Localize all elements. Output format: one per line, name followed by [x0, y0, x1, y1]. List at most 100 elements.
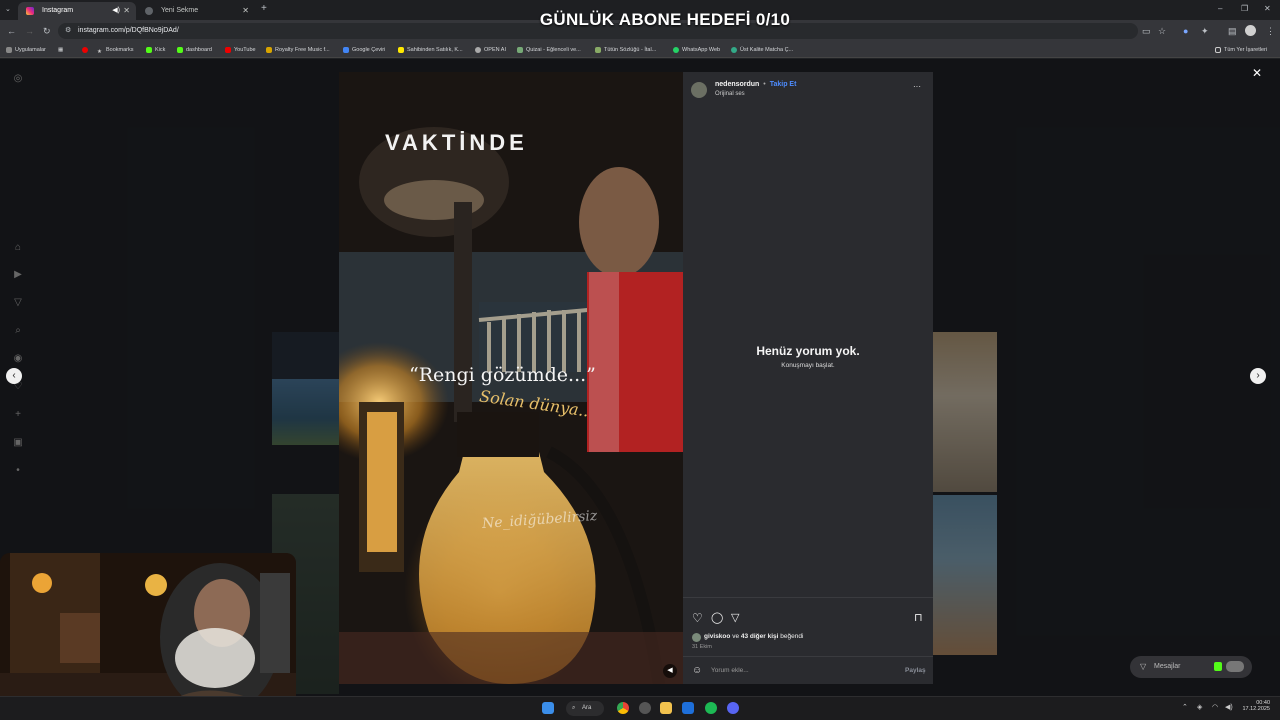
emoji-icon[interactable]: ☺ [692, 665, 702, 676]
divider [683, 656, 933, 657]
close-tab-icon[interactable]: ✕ [123, 2, 130, 20]
messages-label: Mesajlar [1154, 663, 1181, 670]
video-caption-line1: “Rengi gözümde...” [409, 364, 596, 386]
audio-label[interactable]: Orijinal ses [715, 91, 745, 97]
dashboard-icon[interactable]: ▣ [11, 436, 25, 450]
start-icon[interactable] [542, 702, 554, 714]
chrome-icon[interactable] [617, 702, 629, 714]
bookmark-sahibinden[interactable]: Sahibinden Satılık, K... [398, 45, 463, 55]
cast-icon[interactable]: ▭ [1142, 26, 1151, 36]
file-explorer-icon[interactable] [660, 702, 672, 714]
leaf-icon [595, 46, 601, 53]
share-icon[interactable]: ▽ [731, 611, 739, 624]
search-icon[interactable]: ⌕ [11, 324, 25, 338]
sahibinden-icon [398, 46, 404, 53]
bookmarks-bar: Uygulamalar ▦ ★ Bookmarks Kick dashboard … [0, 42, 1280, 58]
bookmark-bookmarks[interactable]: ★ Bookmarks [97, 45, 134, 55]
messages-button[interactable]: ▽ Mesajlar [1130, 656, 1252, 678]
taskbar-search[interactable]: ⌕ Ara [566, 701, 604, 716]
bookmark-quizai[interactable]: Quizai - Eğlenceli ve... [517, 45, 581, 55]
youtube-red-icon[interactable] [82, 45, 91, 55]
previous-post-icon[interactable]: ‹ [6, 368, 22, 384]
author-avatar[interactable] [691, 82, 707, 98]
more-options-icon[interactable]: ··· [913, 82, 921, 91]
discord-icon[interactable] [727, 702, 739, 714]
music-icon [266, 46, 272, 53]
bookmark-all[interactable]: Tüm Yer İşaretleri [1215, 45, 1267, 55]
maximize-icon[interactable]: ❐ [1241, 4, 1248, 14]
explore-icon[interactable]: ◉ [11, 352, 25, 366]
store-icon[interactable] [682, 702, 694, 714]
bookmark-openai[interactable]: OPEN AI [475, 45, 506, 55]
star-icon: ★ [97, 48, 102, 55]
forward-icon[interactable]: → [25, 26, 34, 36]
spotify-icon[interactable] [705, 702, 717, 714]
likes-summary[interactable]: giviskoo ve 43 diğer kişi beğendi [704, 633, 803, 640]
bookmark-royalty-free-music[interactable]: Royalty Free Music f... [266, 45, 330, 55]
tab-instagram[interactable]: Instagram ◀) ✕ [18, 2, 136, 20]
post-media-video[interactable]: VAKTİNDE “Rengi gözümde...” Solan dünya.… [339, 72, 683, 684]
matcha-icon [731, 46, 737, 53]
video-heading: VAKTİNDE [385, 130, 528, 155]
post-comment-button[interactable]: Paylaş [905, 667, 926, 674]
next-post-icon[interactable]: › [1250, 368, 1266, 384]
mute-icon[interactable]: ◀ [663, 664, 677, 678]
comment-icon[interactable]: ◯ [711, 611, 723, 624]
reels-icon[interactable]: ▶ [11, 268, 25, 282]
volume-icon[interactable]: ◀) [1225, 703, 1233, 711]
sidebar-icon[interactable]: ▤ [1228, 26, 1237, 36]
follow-button[interactable]: Takip Et [770, 81, 797, 88]
bookmark-youtube[interactable]: YouTube [225, 45, 256, 55]
direct-message-icon[interactable]: ▽ [11, 296, 25, 310]
globe-icon [145, 7, 153, 15]
tab-new-tab[interactable]: Yeni Sekme ✕ [137, 2, 255, 20]
profile-icon[interactable]: • [11, 464, 25, 478]
bookmark-tutun-sozlugu[interactable]: Tütün Sözlüğü - İtal... [595, 45, 656, 55]
post-date: 31 Ekim [692, 644, 712, 650]
tray-network-icon[interactable]: ◈ [1197, 703, 1202, 711]
quizai-icon [517, 46, 523, 53]
site-info-icon[interactable]: ⚙ [65, 26, 71, 36]
grid-icon[interactable]: ▦ [58, 45, 63, 55]
direct-message-icon: ▽ [1140, 662, 1147, 671]
reload-icon[interactable]: ↻ [43, 26, 51, 36]
wifi-icon[interactable]: ◠ [1212, 703, 1218, 711]
empty-comments-title: Henüz yorum yok. [756, 344, 860, 358]
url-text: instagram.com/p/DQfBNo9jDAd/ [78, 27, 179, 34]
close-window-icon[interactable]: ✕ [1264, 4, 1271, 14]
liker-avatar[interactable] [692, 633, 701, 642]
obs-icon[interactable] [639, 702, 651, 714]
kick-icon [146, 46, 152, 53]
author-username[interactable]: nedensordun [715, 81, 759, 88]
bookmark-google-translate[interactable]: Google Çeviri [343, 45, 385, 55]
menu-dots-icon[interactable]: ⋮ [1266, 26, 1275, 36]
tray-chevron-icon[interactable]: ⌃ [1182, 703, 1188, 711]
like-icon[interactable]: ♡ [692, 611, 703, 625]
extension-icon[interactable]: ● [1183, 26, 1188, 36]
tab-search-icon[interactable]: ⌄ [5, 5, 11, 15]
save-bookmark-icon[interactable]: ⊓ [914, 611, 923, 624]
back-icon[interactable]: ← [7, 26, 16, 36]
home-icon[interactable]: ⌂ [11, 241, 25, 255]
bookmark-apps[interactable]: Uygulamalar [6, 45, 46, 55]
taskbar-clock[interactable]: 00:40 17.12.2025 [1240, 700, 1270, 712]
speaker-icon[interactable]: ◀) [112, 2, 120, 20]
minimize-icon[interactable]: – [1218, 4, 1222, 14]
close-tab-icon[interactable]: ✕ [242, 2, 249, 20]
bookmark-whatsapp[interactable]: WhatsApp Web [673, 45, 720, 55]
puzzle-icon[interactable]: ✦ [1201, 26, 1209, 36]
youtube-icon [225, 46, 231, 53]
create-icon[interactable]: + [11, 408, 25, 422]
bookmark-dashboard[interactable]: dashboard [177, 45, 212, 55]
profile-avatar[interactable] [1245, 25, 1256, 36]
comment-input[interactable]: Yorum ekle... [711, 667, 749, 674]
new-tab-icon[interactable]: + [261, 4, 267, 14]
bookmark-kick[interactable]: Kick [146, 45, 165, 55]
streamer-webcam [0, 553, 296, 718]
windows-taskbar: ⌕ Ara ⌃ ◈ ◠ ◀) 00:40 17.12.2025 [0, 696, 1280, 720]
star-icon[interactable]: ☆ [1158, 26, 1166, 36]
message-avatars [1226, 661, 1244, 672]
close-modal-icon[interactable]: ✕ [1252, 66, 1262, 80]
instagram-logo-icon[interactable]: ◎ [11, 72, 25, 86]
bookmark-matcha[interactable]: Üst Kalite Matcha Ç... [731, 45, 793, 55]
